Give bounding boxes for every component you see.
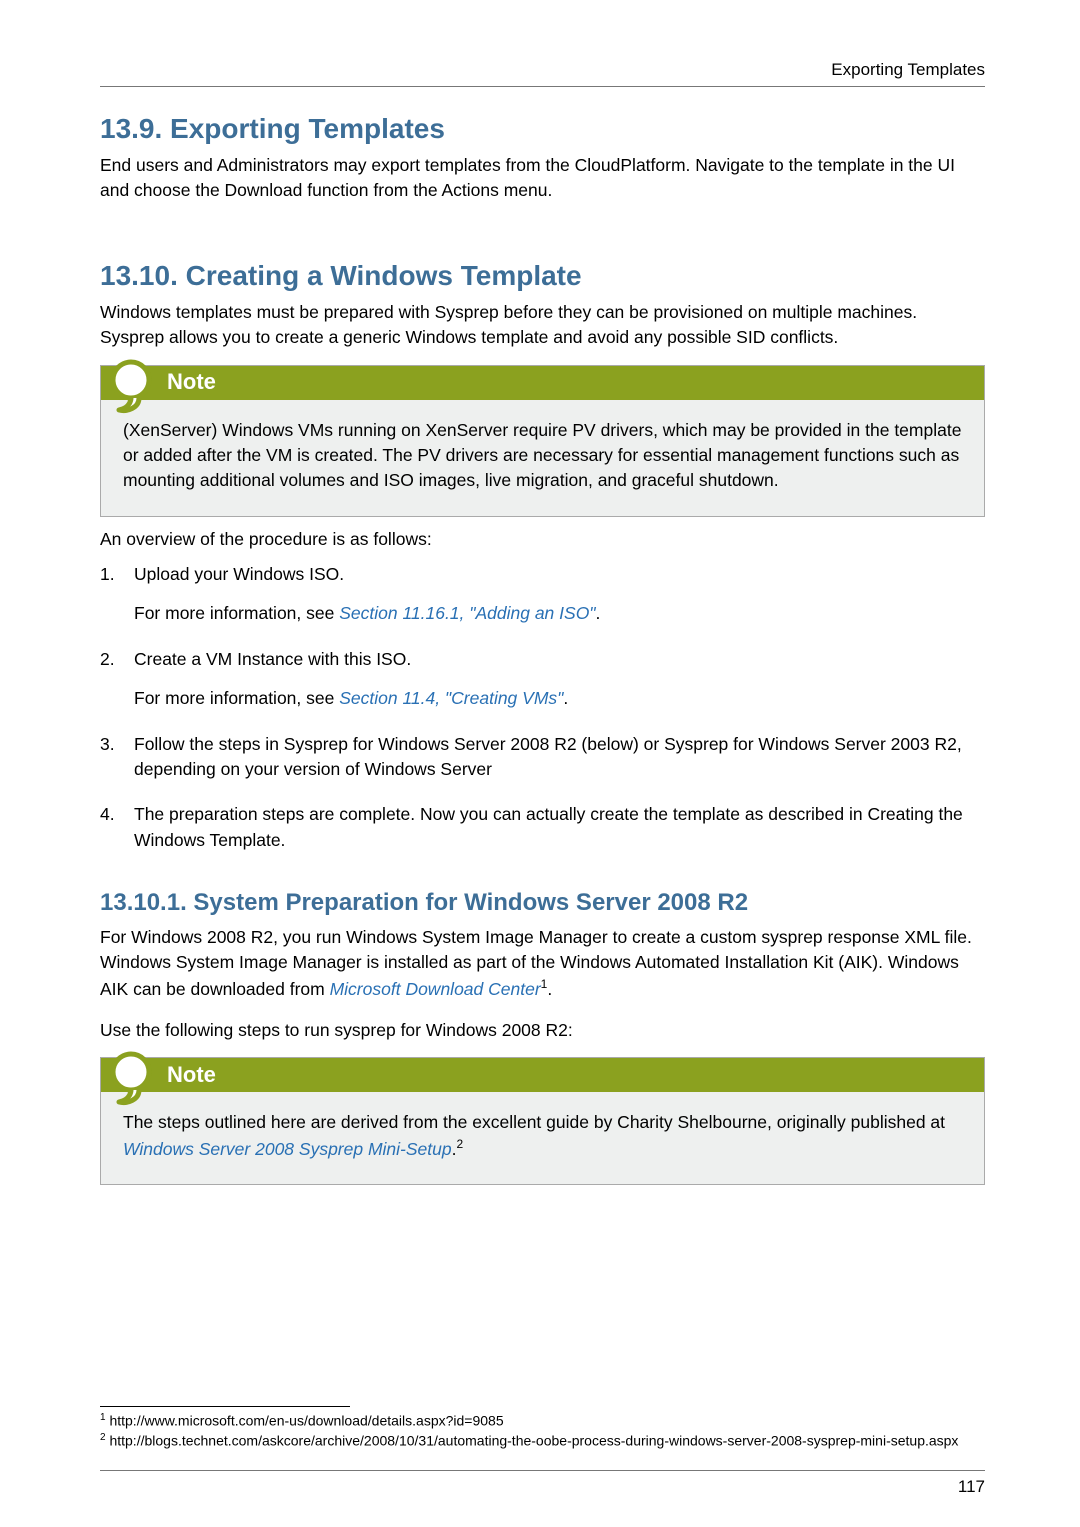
- page-bottom-rule: [100, 1470, 985, 1471]
- note-icon: [109, 1050, 165, 1106]
- para-13-10-1-steps-intro: Use the following steps to run sysprep f…: [100, 1018, 985, 1043]
- step-2-sub: For more information, see Section 11.4, …: [134, 686, 985, 711]
- note-title: Note: [101, 366, 984, 400]
- note-box-sysprep: Note The steps outlined here are derived…: [100, 1057, 985, 1185]
- para-13-10-intro: Windows templates must be prepared with …: [100, 300, 985, 351]
- step-4: The preparation steps are complete. Now …: [100, 802, 985, 853]
- link-ms-download-center[interactable]: Microsoft Download Center: [330, 979, 541, 999]
- heading-13-9: 13.9. Exporting Templates: [100, 113, 985, 145]
- note-icon: [109, 358, 165, 414]
- footnote-1-text: http://www.microsoft.com/en-us/download/…: [109, 1412, 503, 1428]
- footnote-2: 2 http://blogs.technet.com/askcore/archi…: [100, 1431, 985, 1451]
- link-creating-vms[interactable]: Section 11.4, "Creating VMs": [339, 688, 563, 708]
- heading-13-10-1: 13.10.1. System Preparation for Windows …: [100, 889, 985, 917]
- step-2-sub-pre: For more information, see: [134, 688, 339, 708]
- para-13-9: End users and Administrators may export …: [100, 153, 985, 204]
- step-1-period: .: [596, 603, 601, 623]
- para-13-10-1: For Windows 2008 R2, you run Windows Sys…: [100, 925, 985, 1002]
- footnotes-block: 1 http://www.microsoft.com/en-us/downloa…: [100, 1406, 985, 1452]
- step-1-sub: For more information, see Section 11.16.…: [134, 601, 985, 626]
- procedure-list: Upload your Windows ISO. For more inform…: [100, 562, 985, 853]
- para-overview: An overview of the procedure is as follo…: [100, 527, 985, 552]
- footnote-ref-2[interactable]: 2: [456, 1137, 463, 1151]
- step-2-period: .: [563, 688, 568, 708]
- link-adding-iso[interactable]: Section 11.16.1, "Adding an ISO": [339, 603, 595, 623]
- step-1-sub-pre: For more information, see: [134, 603, 339, 623]
- note-body-sysprep-a: The steps outlined here are derived from…: [123, 1112, 945, 1132]
- step-3-text: Follow the steps in Sysprep for Windows …: [134, 734, 962, 779]
- step-4-text: The preparation steps are complete. Now …: [134, 804, 963, 849]
- para-13-10-1-period: .: [547, 979, 552, 999]
- note-title: Note: [101, 1058, 984, 1092]
- step-2-text: Create a VM Instance with this ISO.: [134, 649, 411, 669]
- page-running-header: Exporting Templates: [100, 60, 985, 87]
- step-3: Follow the steps in Sysprep for Windows …: [100, 732, 985, 783]
- note-body-sysprep: The steps outlined here are derived from…: [101, 1092, 984, 1184]
- footnote-2-text: http://blogs.technet.com/askcore/archive…: [109, 1432, 958, 1448]
- step-1: Upload your Windows ISO. For more inform…: [100, 562, 985, 627]
- step-1-text: Upload your Windows ISO.: [134, 564, 344, 584]
- note-box-xenserver: Note (XenServer) Windows VMs running on …: [100, 365, 985, 517]
- step-2: Create a VM Instance with this ISO. For …: [100, 647, 985, 712]
- footnote-rule: [100, 1406, 350, 1407]
- note-body-xenserver: (XenServer) Windows VMs running on XenSe…: [101, 400, 984, 516]
- footnote-1: 1 http://www.microsoft.com/en-us/downloa…: [100, 1411, 985, 1431]
- page-number: 117: [958, 1477, 985, 1497]
- link-sysprep-mini-setup[interactable]: Windows Server 2008 Sysprep Mini-Setup: [123, 1139, 452, 1159]
- heading-13-10: 13.10. Creating a Windows Template: [100, 260, 985, 292]
